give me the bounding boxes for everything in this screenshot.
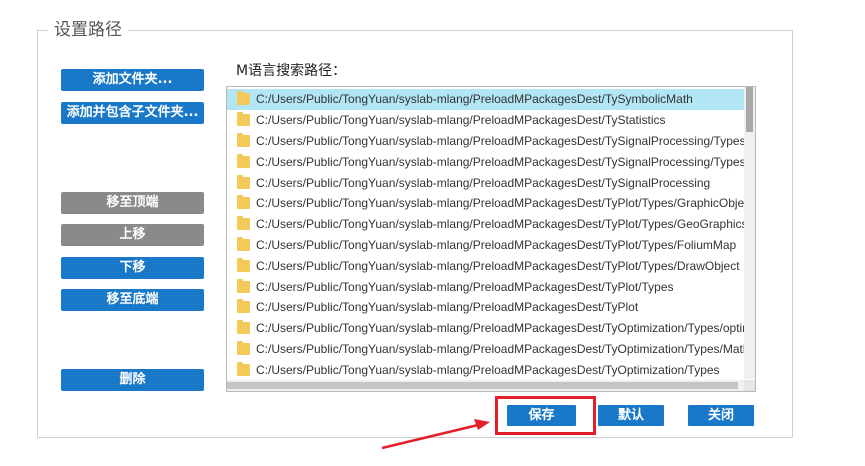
annotation-arrow-icon bbox=[381, 419, 490, 450]
set-path-dialog: 设置路径 添加文件夹... 添加并包含子文件夹... 移至顶端 上移 下移 移至… bbox=[0, 0, 865, 466]
